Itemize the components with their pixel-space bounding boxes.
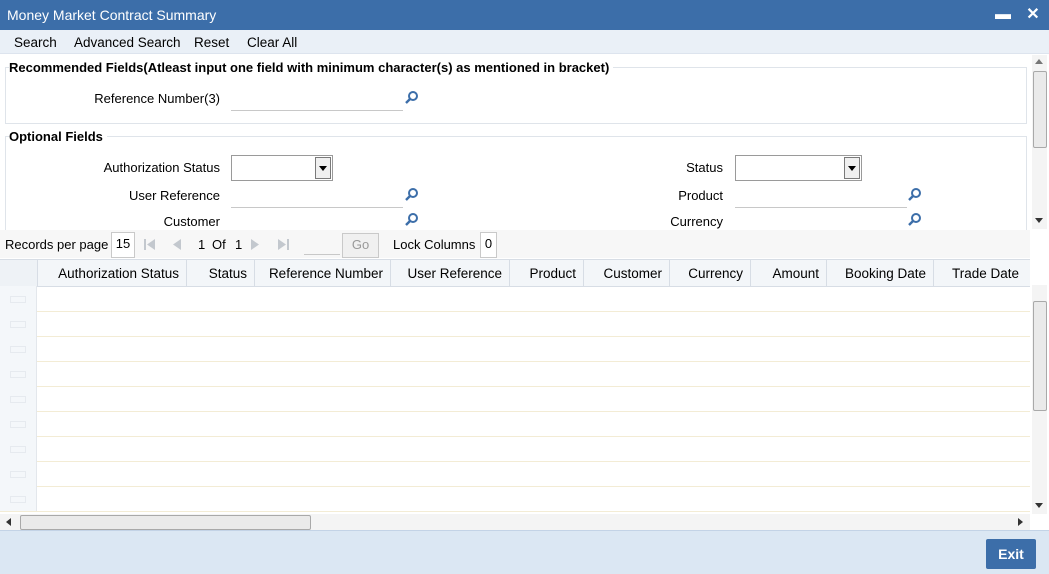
table-row[interactable] [0,286,1030,312]
exit-button[interactable]: Exit [986,539,1036,569]
column-header-reference-number[interactable]: Reference Number [255,260,391,286]
table-row[interactable] [0,461,1030,487]
close-icon[interactable]: ✕ [1023,4,1043,26]
grid-horizontal-scrollbar[interactable] [0,514,1030,530]
toolbar: Search Advanced Search Reset Clear All [0,30,1049,54]
results-grid: Authorization Status Status Reference Nu… [0,259,1030,514]
go-button[interactable]: Go [342,233,379,258]
customer-lookup-icon[interactable] [405,212,419,226]
last-page-icon[interactable] [277,239,289,250]
table-row[interactable] [0,336,1030,362]
table-row[interactable] [0,361,1030,387]
footer-bar: Exit [0,530,1049,574]
table-row[interactable] [0,486,1030,512]
select-all-header[interactable] [0,260,38,286]
column-header-status[interactable]: Status [187,260,255,286]
table-row[interactable] [0,311,1030,337]
customer-label: Customer [163,214,220,229]
grid-header: Authorization Status Status Reference Nu… [0,259,1030,287]
total-pages: 1 [235,237,243,252]
column-header-booking-date[interactable]: Booking Date [827,260,934,286]
lock-columns-label: Lock Columns [393,237,476,252]
grid-vertical-scrollbar[interactable] [1032,285,1047,514]
scroll-left-icon[interactable] [6,518,11,526]
goto-page-input[interactable] [304,254,340,255]
row-select-checkbox[interactable] [0,411,37,436]
search-button[interactable]: Search [14,35,57,50]
product-input[interactable] [735,185,907,208]
row-select-checkbox[interactable] [0,361,37,386]
row-select-checkbox[interactable] [0,311,37,336]
column-header-user-reference[interactable]: User Reference [391,260,510,286]
reference-number-input[interactable] [231,88,403,111]
row-select-checkbox[interactable] [0,486,37,511]
scroll-down-icon[interactable] [1035,503,1043,508]
recommended-fields-legend: Recommended Fields(Atleast input one fie… [9,60,614,75]
column-header-trade-date[interactable]: Trade Date [934,260,1026,286]
row-select-checkbox[interactable] [0,386,37,411]
status-label: Status [686,160,723,175]
of-label: Of [212,237,226,252]
reference-number-lookup-icon[interactable] [405,90,419,104]
status-select[interactable] [735,155,862,181]
currency-lookup-icon[interactable] [908,212,922,226]
row-select-checkbox[interactable] [0,436,37,461]
advanced-search-button[interactable]: Advanced Search [74,35,181,50]
next-page-icon[interactable] [250,239,260,250]
pager-bar: Records per page 15 1 Of 1 Go Lock Colum… [0,230,1030,258]
window-title: Money Market Contract Summary [7,7,217,23]
user-reference-lookup-icon[interactable] [405,187,419,201]
row-select-checkbox[interactable] [0,336,37,361]
row-select-checkbox[interactable] [0,461,37,486]
product-label: Product [678,188,723,203]
column-header-customer[interactable]: Customer [584,260,670,286]
records-per-page-input[interactable]: 15 [111,232,135,258]
authorization-status-label: Authorization Status [103,160,220,175]
column-header-authorization-status[interactable]: Authorization Status [38,260,187,286]
table-row[interactable] [0,411,1030,437]
chevron-down-icon[interactable] [315,157,331,179]
scrollbar-thumb[interactable] [1033,71,1047,148]
scrollbar-thumb[interactable] [1033,301,1047,411]
search-panel-scrollbar[interactable] [1032,55,1047,229]
chevron-down-icon[interactable] [844,157,860,179]
window-titlebar: Money Market Contract Summary ▬ ✕ [0,0,1049,30]
product-lookup-icon[interactable] [908,187,922,201]
table-row[interactable] [0,386,1030,412]
clear-all-button[interactable]: Clear All [247,35,297,50]
scroll-down-icon[interactable] [1035,218,1043,223]
scroll-up-icon[interactable] [1035,59,1043,64]
column-header-product[interactable]: Product [510,260,584,286]
column-header-amount[interactable]: Amount [751,260,827,286]
user-reference-label: User Reference [128,188,220,203]
authorization-status-select[interactable] [231,155,333,181]
scroll-right-icon[interactable] [1018,518,1023,526]
currency-label: Currency [670,214,723,229]
minimize-icon[interactable]: ▬ [993,4,1013,26]
current-page: 1 [198,237,206,252]
scrollbar-thumb[interactable] [20,515,311,530]
prev-page-icon[interactable] [172,239,182,250]
row-select-checkbox[interactable] [0,286,37,311]
reference-number-label: Reference Number(3) [94,91,220,106]
column-header-currency[interactable]: Currency [670,260,751,286]
lock-columns-input[interactable]: 0 [480,232,497,258]
first-page-icon[interactable] [144,239,156,250]
user-reference-input[interactable] [231,185,403,208]
reset-button[interactable]: Reset [194,35,229,50]
table-row[interactable] [0,436,1030,462]
optional-fields-legend: Optional Fields [9,129,107,144]
records-per-page-label: Records per page [5,237,109,252]
